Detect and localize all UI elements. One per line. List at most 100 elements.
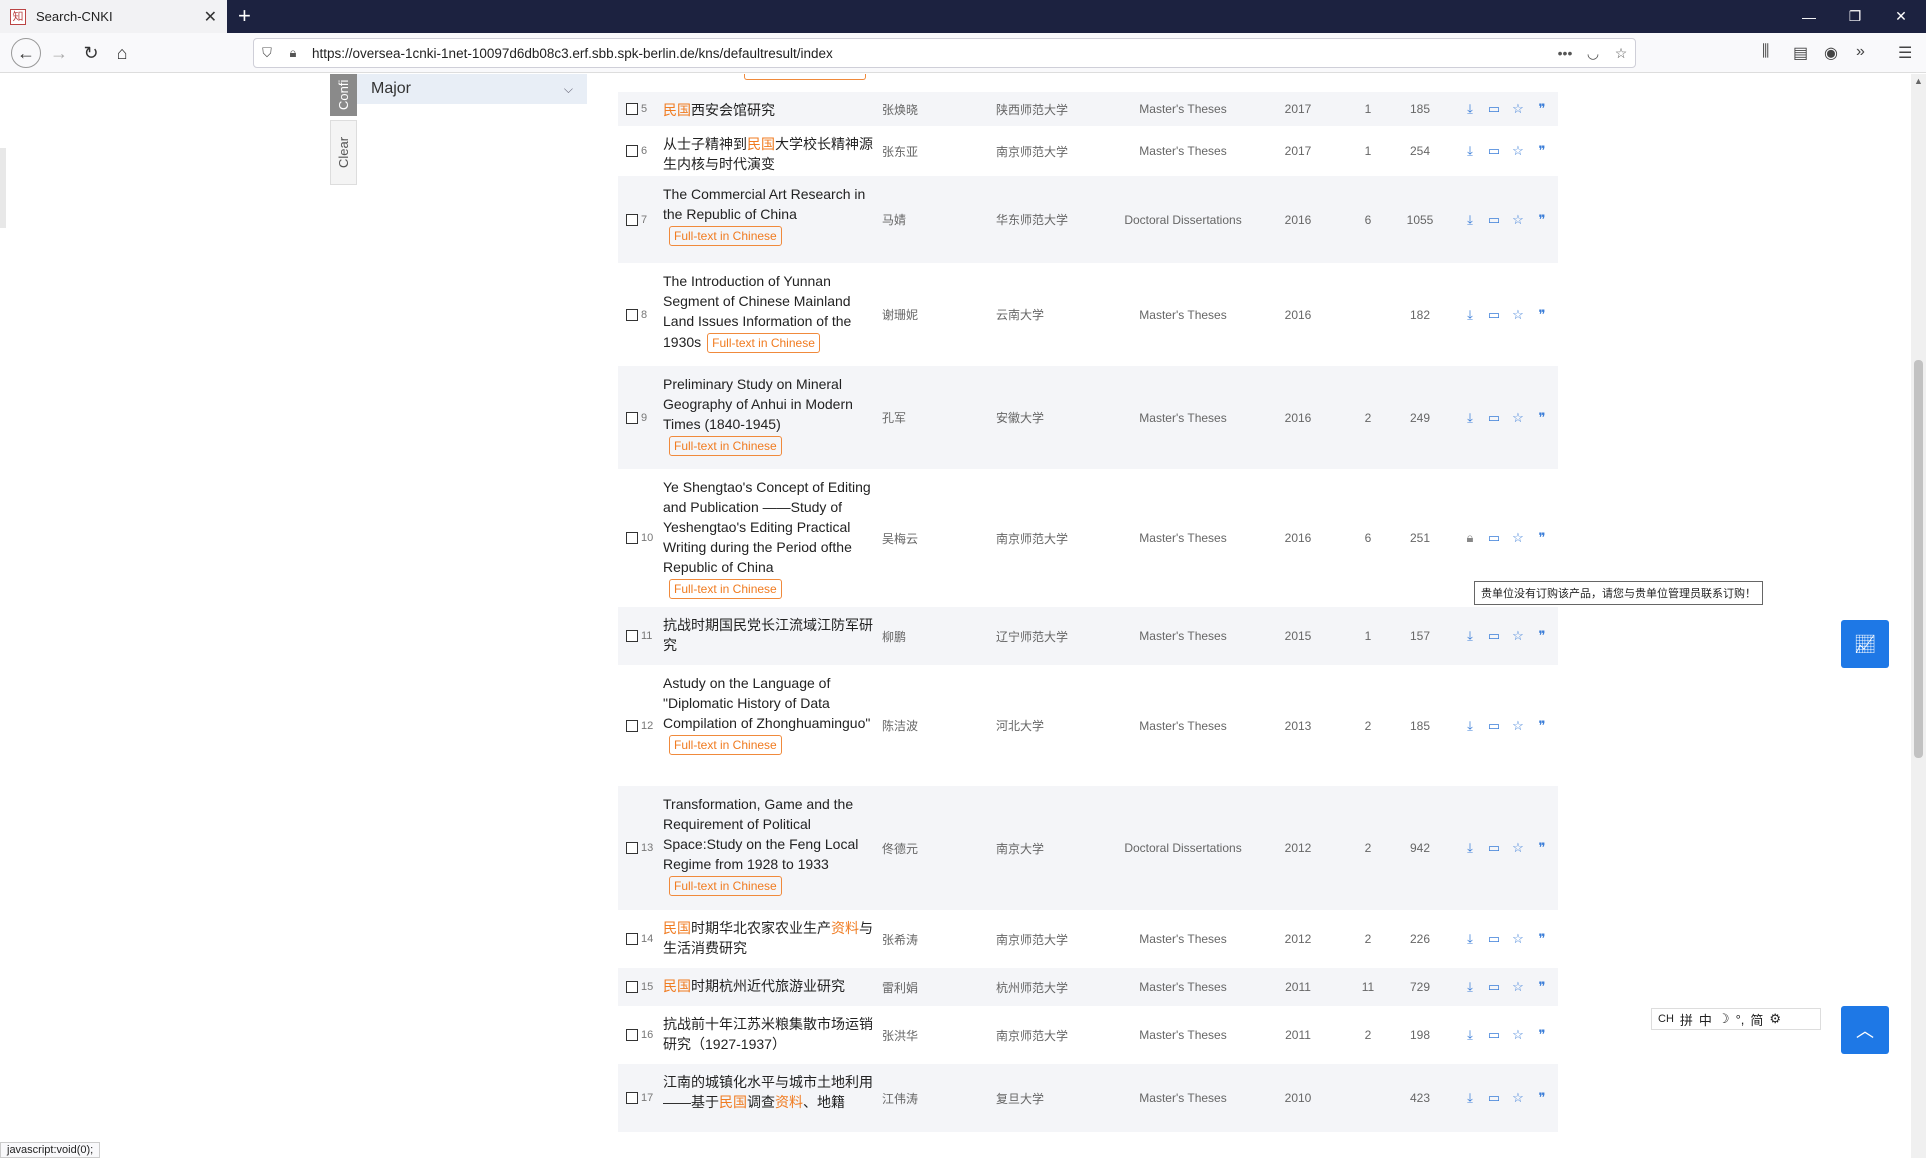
read-online-icon[interactable]: ▭ [1486,1090,1502,1106]
row-select[interactable]: 8 [626,263,666,366]
author-link[interactable]: 孔军 [882,366,982,469]
chevron-down-icon[interactable]: ⌵ [564,82,573,97]
title-text[interactable]: 时期华北农家农业生产 [691,920,831,936]
cite-quote-icon[interactable]: ❞ [1534,143,1550,159]
title-text[interactable]: Preliminary Study on Mineral Geography o… [663,376,853,432]
source-link[interactable]: 南京大学 [996,786,1106,910]
result-title[interactable]: 江南的城镇化水平与城市土地利用——基于民国调查资料、地籍 [663,1064,881,1132]
cite-quote-icon[interactable]: ❞ [1534,530,1550,546]
fulltext-chinese-badge[interactable]: Full-text in Chinese [707,333,820,353]
result-title[interactable]: Ye Shengtao's Concept of Editing and Pub… [663,469,881,607]
sidebar-icon[interactable]: ▤ [1793,43,1808,63]
read-online-icon[interactable]: ▭ [1486,212,1502,228]
result-title[interactable]: Transformation, Game and the Requirement… [663,786,881,910]
home-icon[interactable]: ⌂ [108,39,136,67]
window-close-icon[interactable]: ✕ [1878,0,1924,33]
source-link[interactable]: 杭州师范大学 [996,968,1106,1006]
menu-icon[interactable]: ☰ [1898,43,1912,63]
download-icon[interactable]: ⤓ [1462,101,1478,117]
source-link[interactable]: 南京师范大学 [996,126,1106,176]
result-title[interactable]: 抗战前十年江苏米粮集散市场运销研究（1927-1937） [663,1006,881,1064]
source-link[interactable]: 复旦大学 [996,1064,1106,1132]
read-online-icon[interactable]: ▭ [1486,410,1502,426]
result-title[interactable]: Astudy on the Language of "Diplomatic Hi… [663,665,881,786]
browser-tab[interactable]: 知 Search-CNKI ✕ [0,0,227,33]
result-title[interactable]: Preliminary Study on Mineral Geography o… [663,366,881,469]
cite-quote-icon[interactable]: ❞ [1534,101,1550,117]
cite-quote-icon[interactable]: ❞ [1534,628,1550,644]
favorite-star-icon[interactable]: ☆ [1510,840,1526,856]
download-icon[interactable]: ⤓ [1462,718,1478,734]
shield-icon[interactable]: ⛉ [254,45,280,61]
source-link[interactable]: 陕西师范大学 [996,92,1106,126]
ime-item[interactable]: ☽ [1718,1011,1730,1027]
new-tab-icon[interactable]: + [238,4,251,28]
fulltext-chinese-badge[interactable]: Full-text in Chinese [669,876,782,896]
author-link[interactable]: 马婧 [882,176,982,263]
lock-icon[interactable]: 🔒︎ [1462,530,1478,546]
result-title[interactable]: 民国西安会馆研究 [663,92,881,126]
download-icon[interactable]: ⤓ [1462,212,1478,228]
read-online-icon[interactable]: ▭ [1486,1027,1502,1043]
row-select[interactable]: 6 [626,126,666,176]
row-checkbox[interactable] [626,719,638,732]
read-online-icon[interactable]: ▭ [1486,101,1502,117]
cite-quote-icon[interactable]: ❞ [1534,1090,1550,1106]
author-link[interactable]: 吴梅云 [882,469,982,607]
cite-quote-icon[interactable]: ❞ [1534,212,1550,228]
row-select[interactable]: 5 [626,92,666,126]
ime-item[interactable]: °, [1736,1012,1745,1027]
author-link[interactable]: 张东亚 [882,126,982,176]
favorite-star-icon[interactable]: ☆ [1510,931,1526,947]
source-link[interactable]: 云南大学 [996,263,1106,366]
page-actions-icon[interactable]: ••• [1551,45,1579,61]
cite-quote-icon[interactable]: ❞ [1534,1027,1550,1043]
author-link[interactable]: 柳鹏 [882,607,982,665]
pocket-icon[interactable]: ◡ [1579,45,1607,62]
account-icon[interactable]: ◉ [1824,43,1838,63]
author-link[interactable]: 谢珊妮 [882,263,982,366]
favorite-star-icon[interactable]: ☆ [1510,530,1526,546]
bookmark-star-icon[interactable]: ☆ [1607,45,1635,62]
tab-clear[interactable]: Clear [330,120,357,185]
result-title[interactable]: The Commercial Art Research in the Repub… [663,176,881,263]
source-link[interactable]: 南京师范大学 [996,1006,1106,1064]
download-icon[interactable]: ⤓ [1462,1090,1478,1106]
ime-item[interactable]: 中 [1699,1010,1712,1029]
row-checkbox[interactable] [626,532,638,544]
read-online-icon[interactable]: ▭ [1486,628,1502,644]
ime-item[interactable]: 拼 [1680,1010,1693,1029]
analytics-button[interactable]: 📈︎ [1841,620,1889,668]
fulltext-chinese-badge[interactable]: Full-text in Chinese [669,436,782,456]
cite-quote-icon[interactable]: ❞ [1534,718,1550,734]
page-scrollbar[interactable]: ▲ [1911,74,1926,1158]
read-online-icon[interactable]: ▭ [1486,840,1502,856]
minimize-icon[interactable]: — [1786,0,1832,33]
author-link[interactable]: 江伟涛 [882,1064,982,1132]
cite-quote-icon[interactable]: ❞ [1534,307,1550,323]
read-online-icon[interactable]: ▭ [1486,718,1502,734]
row-select[interactable]: 12 [626,665,666,786]
close-tab-icon[interactable]: ✕ [204,7,217,27]
author-link[interactable]: 佟德元 [882,786,982,910]
favorite-star-icon[interactable]: ☆ [1510,718,1526,734]
favorite-star-icon[interactable]: ☆ [1510,101,1526,117]
favorite-star-icon[interactable]: ☆ [1510,410,1526,426]
row-checkbox[interactable] [626,842,638,854]
tab-confirm[interactable]: Confi [330,74,357,116]
download-icon[interactable]: ⤓ [1462,1027,1478,1043]
fulltext-chinese-badge[interactable]: Full-text in Chinese [669,226,782,246]
row-checkbox[interactable] [626,1092,638,1104]
row-select[interactable]: 15 [626,968,666,1006]
row-select[interactable]: 17 [626,1064,666,1132]
download-icon[interactable]: ⤓ [1462,307,1478,323]
source-link[interactable]: 辽宁师范大学 [996,607,1106,665]
library-icon[interactable]: ⫼ [1762,43,1769,61]
fulltext-chinese-badge[interactable]: Full-text in Chinese [669,735,782,755]
title-highlight[interactable]: 资料 [775,1094,803,1110]
read-online-icon[interactable]: ▭ [1486,979,1502,995]
overflow-icon[interactable]: » [1856,43,1865,61]
row-checkbox[interactable] [626,1029,638,1041]
scroll-up-icon[interactable]: ▲ [1911,76,1926,86]
ime-item[interactable]: ⚙ [1769,1011,1781,1027]
